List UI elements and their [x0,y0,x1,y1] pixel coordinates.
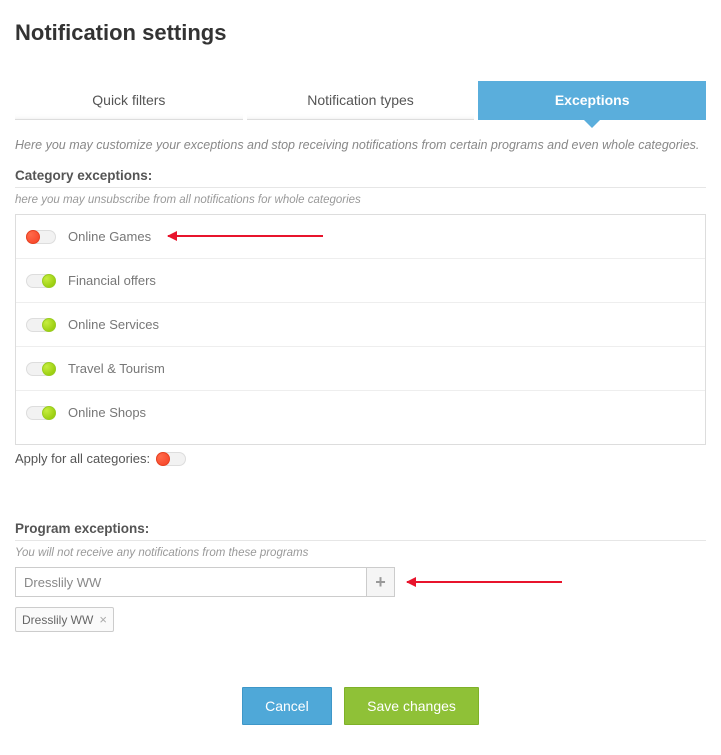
tabs: Quick filters Notification types Excepti… [15,81,706,120]
tab-notification-types[interactable]: Notification types [247,81,475,120]
category-label: Travel & Tourism [68,361,165,376]
plus-icon: + [375,573,386,591]
toggle-online-services[interactable] [26,318,56,332]
tab-exceptions[interactable]: Exceptions [478,81,706,120]
toggle-online-games[interactable] [26,230,56,244]
category-label: Financial offers [68,273,156,288]
toggle-financial-offers[interactable] [26,274,56,288]
page-title: Notification settings [15,20,706,46]
tab-quick-filters[interactable]: Quick filters [15,81,243,120]
annotation-arrow [407,581,562,583]
program-tag-label: Dresslily WW [22,613,93,627]
annotation-arrow [168,235,323,237]
category-section-title: Category exceptions: [15,168,706,183]
category-row: Travel & Tourism [16,347,705,391]
add-program-button[interactable]: + [367,567,395,597]
button-row: Cancel Save changes [15,687,706,725]
category-label: Online Games [68,229,151,244]
apply-all-label: Apply for all categories: [15,451,150,466]
toggle-online-shops[interactable] [26,406,56,420]
cancel-button[interactable]: Cancel [242,687,332,725]
program-tags: Dresslily WW × [15,607,706,632]
category-label: Online Services [68,317,159,332]
program-input-row: + [15,567,395,597]
category-row: Online Services [16,303,705,347]
program-section-title: Program exceptions: [15,521,706,536]
category-label: Online Shops [68,405,146,420]
program-tag: Dresslily WW × [15,607,114,632]
category-row: Financial offers [16,259,705,303]
remove-tag-icon[interactable]: × [99,612,107,627]
program-section-sub: You will not receive any notifications f… [15,547,706,559]
category-row: Online Shops [16,391,705,434]
save-button[interactable]: Save changes [344,687,479,725]
category-row: Online Games [16,215,705,259]
toggle-apply-all[interactable] [156,452,186,466]
divider [15,187,706,188]
program-input[interactable] [15,567,367,597]
toggle-travel-tourism[interactable] [26,362,56,376]
category-section-sub: here you may unsubscribe from all notifi… [15,194,706,206]
category-list[interactable]: Online Games Financial offers Online Ser… [15,214,706,445]
divider [15,540,706,541]
page-description: Here you may customize your exceptions a… [15,138,706,152]
apply-all-row: Apply for all categories: [15,451,706,466]
